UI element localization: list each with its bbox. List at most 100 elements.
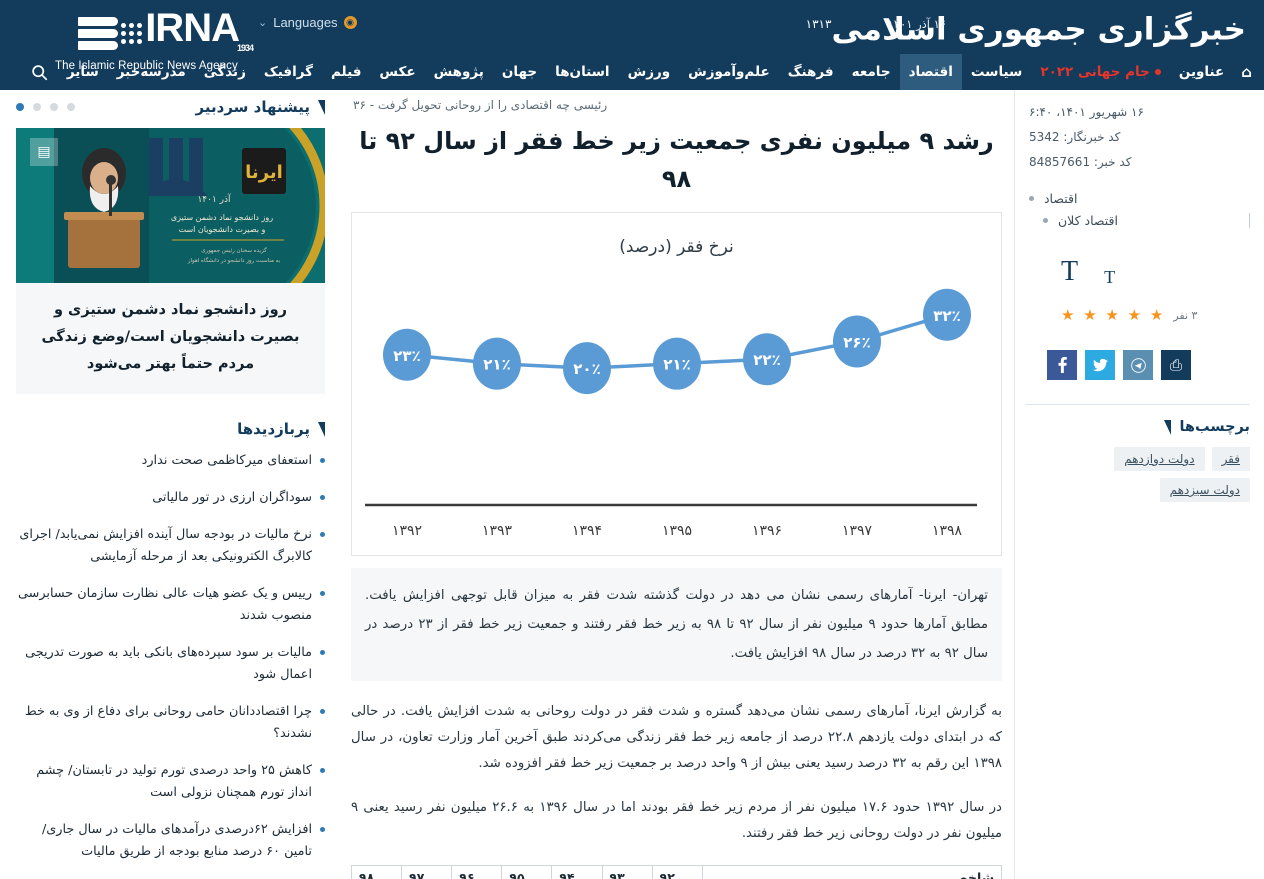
list-item[interactable]: استعفای میرکاظمی صحت ندارد bbox=[16, 450, 325, 472]
most-viewed-link[interactable]: استعفای میرکاظمی صحت ندارد bbox=[16, 450, 312, 472]
most-viewed-link[interactable]: نرخ مالیات در بودجه سال آینده افزایش نمی… bbox=[16, 524, 312, 568]
site-title-superscript: ۱۳۱۳ bbox=[805, 17, 832, 31]
article-rating: ۳ نفر ★ ★ ★ ★ ★ bbox=[1025, 306, 1250, 324]
rating-stars[interactable]: ★ ★ ★ ★ ★ bbox=[1061, 306, 1165, 324]
facebook-share-button[interactable] bbox=[1047, 350, 1077, 380]
svg-text:به مناسبت روز دانشجو در دانشگا: به مناسبت روز دانشجو در دانشگاه اهواز bbox=[187, 257, 281, 264]
bullet-icon bbox=[1043, 218, 1048, 223]
article-paragraph: به گزارش ایرنا، آمارهای رسمی نشان می‌دهد… bbox=[351, 704, 1002, 771]
nav-item-schoolnews[interactable]: مدرسه‌خبر bbox=[108, 54, 195, 90]
table-header-cell: ۹۴ bbox=[551, 865, 603, 879]
nav-item-sports[interactable]: ورزش bbox=[619, 54, 680, 90]
nav-item-society[interactable]: جامعه bbox=[843, 54, 900, 90]
most-viewed-link[interactable]: رییس و یک عضو هیات عالی نظارت سازمان حسا… bbox=[16, 583, 312, 627]
search-icon[interactable] bbox=[17, 54, 58, 90]
header-date: ۱۶ آذر ۱۴۰۱ bbox=[887, 17, 946, 31]
chart-point-label: ۲۱٪ bbox=[483, 356, 510, 374]
list-item[interactable]: نرخ مالیات در بودجه سال آینده افزایش نمی… bbox=[16, 524, 325, 568]
reporter-code: کد خبرنگار: 5342 bbox=[1029, 130, 1121, 144]
most-viewed-link[interactable]: سوداگران ارزی در تور مالیاتی bbox=[16, 487, 312, 509]
nav-item-science[interactable]: علم‌وآموزش bbox=[679, 54, 779, 90]
tags-header: برچسب‌ها bbox=[1025, 404, 1250, 435]
tag-item[interactable]: دولت سیزدهم bbox=[1159, 478, 1250, 502]
increase-font-button[interactable]: T bbox=[1061, 258, 1078, 286]
globe-icon: ◉ bbox=[343, 16, 357, 29]
main-navigation: ⌂ عناوین جام جهانی ۲۰۲۲ سیاست اقتصاد جام… bbox=[17, 54, 1264, 90]
chart-x-tick-label: ۱۳۹۵ bbox=[662, 523, 692, 539]
category-economy[interactable]: اقتصاد bbox=[1029, 191, 1250, 206]
nav-home-link[interactable]: ⌂ bbox=[1233, 54, 1264, 90]
table-header-cell: ۹۷ bbox=[401, 865, 453, 879]
editor-pick-image: ایرنا روز دانشجو نماد دشمن ستیزی و بصیرت… bbox=[16, 128, 325, 283]
nav-item-research[interactable]: پژوهش bbox=[425, 54, 493, 90]
article-paragraph: در سال ۱۳۹۲ حدود ۱۷.۶ میلیون نفر از مردم… bbox=[351, 800, 1002, 841]
logo-bars-icon bbox=[78, 16, 119, 50]
chart-point-label: ۲۲٪ bbox=[753, 351, 780, 369]
svg-text:ایرنا: ایرنا bbox=[245, 162, 283, 183]
chart-x-tick-label: ۱۳۹۲ bbox=[392, 523, 422, 539]
most-viewed-link[interactable]: مالیات بر سود سپرده‌های بانکی باید به صو… bbox=[16, 642, 312, 686]
nav-item-world[interactable]: جهان bbox=[493, 54, 546, 90]
table-header-row: شاخص ۹۲ ۹۳ ۹۴ ۹۵ ۹۶ ۹۷ ۹۸ bbox=[350, 865, 1003, 879]
subcategory-macro-economy[interactable]: اقتصاد کلان bbox=[1043, 213, 1250, 228]
editor-pick-title[interactable]: روز دانشجو نماد دشمن ستیزی و بصیرت دانشج… bbox=[16, 283, 325, 394]
most-viewed-link[interactable]: کاهش ۲۵ واحد درصدی تورم تولید در تابستان… bbox=[16, 760, 312, 804]
chart-point-label: ۳۲٪ bbox=[933, 307, 960, 325]
carousel-dot[interactable] bbox=[67, 103, 75, 111]
carousel-dot[interactable] bbox=[33, 103, 41, 111]
nav-item-photo[interactable]: عکس bbox=[370, 54, 424, 90]
tag-item[interactable]: فقر bbox=[1211, 447, 1250, 471]
bullet-icon bbox=[320, 532, 325, 537]
editor-pick-card[interactable]: ایرنا روز دانشجو نماد دشمن ستیزی و بصیرت… bbox=[16, 128, 325, 394]
article-body: به گزارش ایرنا، آمارهای رسمی نشان می‌دهد… bbox=[351, 699, 1002, 847]
telegram-share-button[interactable] bbox=[1123, 350, 1153, 380]
nav-item-worldcup[interactable]: جام جهانی ۲۰۲۲ bbox=[1031, 54, 1170, 90]
carousel-dot[interactable] bbox=[16, 103, 24, 111]
irna-logo-wordmark: IRNA1934 bbox=[145, 8, 255, 58]
nav-item-life[interactable]: زندگی bbox=[195, 54, 255, 90]
nav-item-culture[interactable]: فرهنگ bbox=[779, 54, 843, 90]
bullet-icon bbox=[320, 591, 325, 596]
nav-item-politics[interactable]: سیاست bbox=[962, 54, 1031, 90]
list-item[interactable]: رییس و یک عضو هیات عالی نظارت سازمان حسا… bbox=[16, 583, 325, 627]
table-header-cell: شاخص bbox=[701, 865, 1003, 879]
most-viewed-link[interactable]: چرا اقتصاددانان حامی روحانی برای دفاع از… bbox=[16, 701, 312, 745]
nav-item-0[interactable]: عناوین bbox=[1170, 54, 1233, 90]
nav-item-economy[interactable]: اقتصاد bbox=[899, 54, 962, 90]
list-item[interactable]: سوداگران ارزی در تور مالیاتی bbox=[16, 487, 325, 509]
list-item[interactable]: افزایش ۶۲درصدی درآمدهای مالیات در سال جا… bbox=[16, 819, 325, 863]
chart-x-tick-label: ۱۳۹۳ bbox=[482, 523, 513, 539]
article-summary: تهران- ایرنا- آمارهای رسمی نشان می دهد د… bbox=[351, 568, 1002, 681]
article-main: رئیسی چه اقتصادی را از روحانی تحویل گرفت… bbox=[339, 90, 1014, 879]
nav-item-provinces[interactable]: استان‌ها bbox=[546, 54, 618, 90]
flag-icon bbox=[318, 421, 325, 437]
article-meta-block: ۱۶ شهریور ۱۴۰۱، ۶:۴۰ کد خبرنگار: 5342 کد… bbox=[1025, 100, 1250, 175]
poverty-rate-chart-figure: نرخ فقر (درصد) ۲۳٪ ۲۱٪ ۲۰٪ ۲۱٪ ۲۲٪ ۲۶٪ ۳۲٪ ۱۳۹… bbox=[351, 212, 1002, 556]
chart-x-tick-label: ۱۳۹۷ bbox=[842, 523, 873, 539]
decrease-font-button[interactable]: T bbox=[1104, 268, 1115, 286]
chart-points: ۲۳٪ ۲۱٪ ۲۰٪ ۲۱٪ ۲۲٪ ۲۶٪ ۳۲٪ bbox=[383, 288, 971, 395]
most-viewed-link[interactable]: افزایش ۶۲درصدی درآمدهای مالیات در سال جا… bbox=[16, 819, 312, 863]
carousel-dots[interactable] bbox=[16, 103, 75, 111]
logo-dots-icon bbox=[121, 22, 143, 44]
bullet-icon bbox=[320, 458, 325, 463]
most-viewed-title: پربازدیدها bbox=[237, 420, 310, 438]
tag-item[interactable]: دولت دوازدهم bbox=[1114, 447, 1205, 471]
category-label: اقتصاد bbox=[1043, 191, 1078, 206]
list-item[interactable]: کاهش ۲۵ واحد درصدی تورم تولید در تابستان… bbox=[16, 760, 325, 804]
list-item[interactable]: مالیات بر سود سپرده‌های بانکی باید به صو… bbox=[16, 642, 325, 686]
nav-item-graphic[interactable]: گرافیک bbox=[255, 54, 322, 90]
article-meta-sidebar: ۱۶ شهریور ۱۴۰۱، ۶:۴۰ کد خبرنگار: 5342 کد… bbox=[1014, 90, 1264, 879]
nav-item-video[interactable]: فیلم bbox=[322, 54, 370, 90]
nav-item-other[interactable]: سایر bbox=[58, 54, 108, 90]
language-selector[interactable]: ⌄ Languages ◉ bbox=[258, 15, 357, 30]
list-item[interactable]: چرا اقتصاددانان حامی روحانی برای دفاع از… bbox=[16, 701, 325, 745]
twitter-share-button[interactable] bbox=[1085, 350, 1115, 380]
chart-point-label: ۲۳٪ bbox=[393, 347, 420, 365]
carousel-dot[interactable] bbox=[50, 103, 58, 111]
bullet-icon bbox=[320, 768, 325, 773]
rating-count: ۳ نفر bbox=[1173, 308, 1198, 322]
print-button[interactable]: ⎙ bbox=[1161, 350, 1191, 380]
chart-point-label: ۲۶٪ bbox=[843, 333, 870, 351]
editor-picks-header: پیشنهاد سردبیر bbox=[16, 98, 325, 116]
